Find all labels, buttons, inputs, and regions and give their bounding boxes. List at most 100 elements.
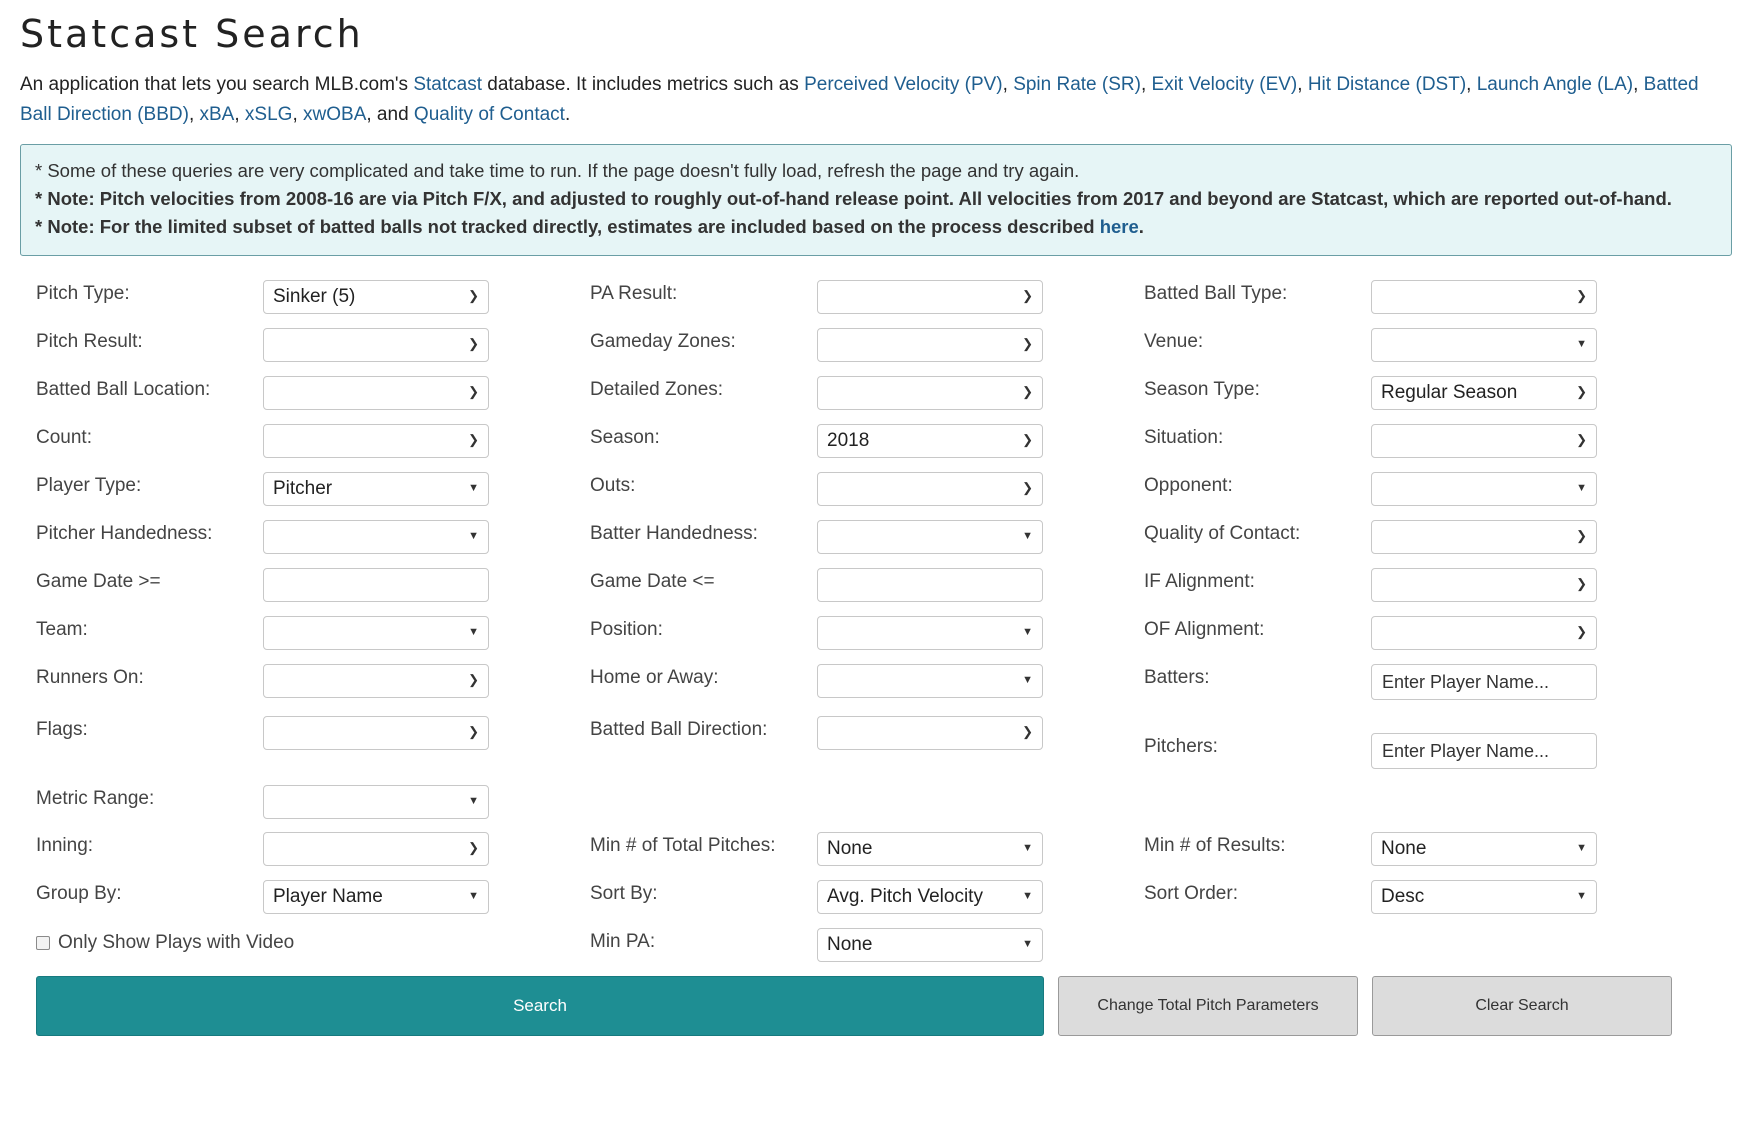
chevron-down-icon: ❯ — [468, 672, 479, 687]
count-label: Count: — [36, 427, 92, 448]
sort-by-value: Avg. Pitch Velocity — [827, 886, 983, 907]
player-type-select[interactable]: Pitcher ▼ — [263, 472, 489, 506]
min-results-select[interactable]: None ▼ — [1371, 832, 1597, 866]
batted-ball-direction-select[interactable]: ❯ — [817, 716, 1043, 750]
caret-down-icon: ▼ — [1576, 482, 1587, 494]
if-alignment-select[interactable]: ❯ — [1371, 568, 1597, 602]
chevron-down-icon: ❯ — [1022, 288, 1033, 303]
metric-range-select[interactable]: ▼ — [263, 785, 489, 819]
batter-handedness-select[interactable]: ▼ — [817, 520, 1043, 554]
xwoba-link[interactable]: xwOBA — [303, 104, 366, 125]
min-results-value: None — [1381, 838, 1427, 859]
here-link[interactable]: here — [1100, 216, 1139, 237]
count-select[interactable]: ❯ — [263, 424, 489, 458]
flags-select[interactable]: ❯ — [263, 716, 489, 750]
chevron-down-icon: ❯ — [1022, 724, 1033, 739]
season-label: Season: — [590, 427, 660, 448]
pa-result-label: PA Result: — [590, 283, 678, 304]
opponent-select[interactable]: ▼ — [1371, 472, 1597, 506]
batters-input[interactable]: Enter Player Name... — [1371, 664, 1597, 700]
situation-select[interactable]: ❯ — [1371, 424, 1597, 458]
intro-separator: , — [1466, 74, 1477, 95]
min-total-pitches-select[interactable]: None ▼ — [817, 832, 1043, 866]
search-button[interactable]: Search — [36, 976, 1044, 1036]
chevron-down-icon: ❯ — [1576, 288, 1587, 303]
sort-order-select[interactable]: Desc ▼ — [1371, 880, 1597, 914]
pitchers-label: Pitchers: — [1144, 736, 1218, 757]
search-form: Pitch Type: Sinker (5) ❯ Pitch Result: ❯ … — [20, 256, 1753, 1116]
position-select[interactable]: ▼ — [817, 616, 1043, 650]
season-value: 2018 — [827, 430, 870, 451]
inning-label: Inning: — [36, 835, 94, 856]
venue-label: Venue: — [1144, 331, 1204, 352]
change-total-pitch-parameters-button[interactable]: Change Total Pitch Parameters — [1058, 976, 1358, 1036]
batted-ball-type-select[interactable]: ❯ — [1371, 280, 1597, 314]
outs-select[interactable]: ❯ — [817, 472, 1043, 506]
batted-ball-location-label: Batted Ball Location: — [36, 379, 211, 400]
game-date-lte-input[interactable] — [817, 568, 1043, 602]
chevron-down-icon: ❯ — [468, 724, 479, 739]
intro-separator: , — [1140, 74, 1152, 95]
player-type-label: Player Type: — [36, 475, 142, 496]
season-select[interactable]: 2018 ❯ — [817, 424, 1043, 458]
caret-down-icon: ▼ — [1576, 842, 1587, 854]
venue-select[interactable]: ▼ — [1371, 328, 1597, 362]
caret-down-icon: ▼ — [1022, 674, 1033, 686]
perceived-velocity-link[interactable]: Perceived Velocity (PV) — [804, 74, 1003, 95]
spin-rate-link[interactable]: Spin Rate (SR) — [1013, 74, 1141, 95]
chevron-down-icon: ❯ — [1576, 528, 1587, 543]
hit-distance-link[interactable]: Hit Distance (DST) — [1308, 74, 1466, 95]
statcast-link[interactable]: Statcast — [413, 74, 482, 95]
xslg-link[interactable]: xSLG — [245, 104, 293, 125]
intro-paragraph: An application that lets you search MLB.… — [20, 70, 1720, 130]
chevron-down-icon: ❯ — [468, 840, 479, 855]
exit-velocity-link[interactable]: Exit Velocity (EV) — [1152, 74, 1298, 95]
intro-separator: , — [1002, 74, 1014, 95]
pitch-type-select[interactable]: Sinker (5) ❯ — [263, 280, 489, 314]
chevron-down-icon: ❯ — [1576, 624, 1587, 639]
only-video-checkbox[interactable] — [36, 936, 50, 950]
team-select[interactable]: ▼ — [263, 616, 489, 650]
clear-search-button[interactable]: Clear Search — [1372, 976, 1672, 1036]
pitch-result-select[interactable]: ❯ — [263, 328, 489, 362]
group-by-value: Player Name — [273, 886, 383, 907]
batted-ball-location-select[interactable]: ❯ — [263, 376, 489, 410]
chevron-down-icon: ❯ — [1022, 384, 1033, 399]
pitchers-input[interactable]: Enter Player Name... — [1371, 733, 1597, 769]
page-title: Statcast Search — [20, 12, 364, 56]
quality-of-contact-link[interactable]: Quality of Contact — [414, 104, 565, 125]
detailed-zones-label: Detailed Zones: — [590, 379, 724, 400]
pa-result-select[interactable]: ❯ — [817, 280, 1043, 314]
pitch-type-value: Sinker (5) — [273, 286, 356, 307]
only-video-label: Only Show Plays with Video — [58, 932, 295, 953]
inning-select[interactable]: ❯ — [263, 832, 489, 866]
chevron-down-icon: ❯ — [1022, 432, 1033, 447]
gameday-zones-label: Gameday Zones: — [590, 331, 736, 352]
group-by-select[interactable]: Player Name ▼ — [263, 880, 489, 914]
sort-by-label: Sort By: — [590, 883, 658, 904]
quality-of-contact-select[interactable]: ❯ — [1371, 520, 1597, 554]
pitcher-handedness-select[interactable]: ▼ — [263, 520, 489, 554]
batters-label: Batters: — [1144, 667, 1210, 688]
chevron-down-icon: ❯ — [1576, 576, 1587, 591]
of-alignment-select[interactable]: ❯ — [1371, 616, 1597, 650]
team-label: Team: — [36, 619, 88, 640]
min-pa-value: None — [827, 934, 873, 955]
launch-angle-link[interactable]: Launch Angle (LA) — [1477, 74, 1633, 95]
home-or-away-select[interactable]: ▼ — [817, 664, 1043, 698]
runners-on-select[interactable]: ❯ — [263, 664, 489, 698]
game-date-gte-input[interactable] — [263, 568, 489, 602]
xba-link[interactable]: xBA — [200, 104, 235, 125]
detailed-zones-select[interactable]: ❯ — [817, 376, 1043, 410]
metric-range-label: Metric Range: — [36, 788, 155, 809]
min-total-pitches-label: Min # of Total Pitches: — [590, 835, 776, 856]
season-type-value: Regular Season — [1381, 382, 1518, 403]
chevron-down-icon: ❯ — [468, 288, 479, 303]
min-pa-select[interactable]: None ▼ — [817, 928, 1043, 962]
sort-by-select[interactable]: Avg. Pitch Velocity ▼ — [817, 880, 1043, 914]
season-type-select[interactable]: Regular Season ❯ — [1371, 376, 1597, 410]
gameday-zones-select[interactable]: ❯ — [817, 328, 1043, 362]
note-line-1: * Some of these queries are very complic… — [35, 160, 1080, 181]
caret-down-icon: ▼ — [1022, 842, 1033, 854]
caret-down-icon: ▼ — [1022, 890, 1033, 902]
